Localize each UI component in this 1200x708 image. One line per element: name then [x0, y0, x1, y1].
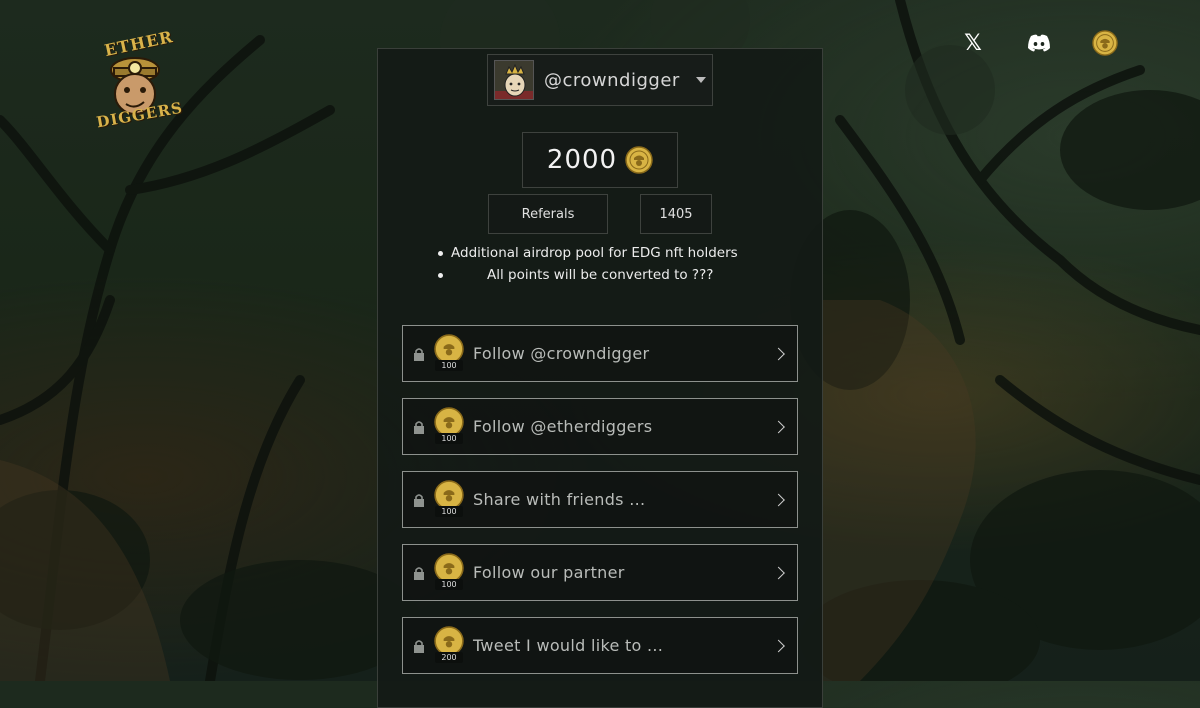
lock-icon: [414, 566, 424, 580]
discord-link[interactable]: [1026, 30, 1052, 56]
list-item: All points will be converted to ???: [438, 267, 778, 283]
ether-diggers-logo[interactable]: ETHER DIGGERS: [92, 27, 184, 134]
points-badge: 100: [433, 406, 465, 447]
task-label: Follow @etherdiggers: [473, 417, 653, 436]
username: @crowndigger: [544, 69, 680, 91]
coin-icon: [1092, 30, 1118, 56]
referrals-count: 1405: [640, 194, 712, 234]
task-points: 100: [435, 432, 463, 444]
points-badge: 100: [433, 552, 465, 593]
lock-icon: [414, 420, 424, 434]
referrals-button[interactable]: Referals: [488, 194, 608, 234]
wallet-coin-link[interactable]: [1092, 30, 1118, 56]
task-share-with-friends[interactable]: 100 Share with friends ...: [402, 471, 798, 528]
avatar: [494, 60, 534, 100]
task-points: 100: [435, 505, 463, 517]
chevron-right-icon: [772, 566, 785, 579]
chevron-right-icon: [772, 347, 785, 360]
task-points: 100: [435, 359, 463, 371]
chevron-right-icon: [772, 420, 785, 433]
list-item: Additional airdrop pool for EDG nft hold…: [438, 245, 778, 261]
x-link[interactable]: 𝕏: [960, 30, 986, 56]
task-label: Follow our partner: [473, 563, 625, 582]
chevron-right-icon: [772, 493, 785, 506]
note-text: All points will be converted to ???: [487, 267, 714, 283]
social-nav: 𝕏: [960, 30, 1118, 56]
task-follow-partner[interactable]: 100 Follow our partner: [402, 544, 798, 601]
bullet-icon: [438, 272, 443, 278]
crown-digger-avatar-icon: [495, 61, 533, 99]
task-label: Follow @crowndigger: [473, 344, 650, 363]
points-total: 2000: [546, 145, 618, 175]
chevron-down-icon: [695, 77, 706, 83]
account-selector[interactable]: @crowndigger: [487, 54, 713, 106]
lock-icon: [414, 347, 424, 361]
airdrop-panel: @crowndigger 2000 Referals 1405 Addition…: [377, 48, 823, 708]
task-label: Share with friends ...: [473, 490, 646, 509]
chevron-right-icon: [772, 639, 785, 652]
note-text: Additional airdrop pool for EDG nft hold…: [451, 245, 738, 261]
lock-icon: [414, 639, 424, 653]
points-badge: 100: [433, 479, 465, 520]
task-points: 200: [435, 651, 463, 663]
points-badge: 100: [433, 333, 465, 374]
task-points: 100: [435, 578, 463, 590]
task-label: Tweet I would like to ...: [473, 636, 664, 655]
bullet-icon: [438, 250, 443, 256]
coin-icon: [625, 146, 653, 174]
lock-icon: [414, 493, 424, 507]
task-list: 100 Follow @crowndigger 100 Follow @ethe…: [402, 325, 798, 690]
info-notes: Additional airdrop pool for EDG nft hold…: [438, 245, 778, 289]
task-follow-etherdiggers[interactable]: 100 Follow @etherdiggers: [402, 398, 798, 455]
task-tweet[interactable]: 200 Tweet I would like to ...: [402, 617, 798, 674]
x-icon: 𝕏: [964, 30, 982, 56]
task-follow-crowndigger[interactable]: 100 Follow @crowndigger: [402, 325, 798, 382]
discord-icon: [1028, 34, 1050, 52]
points-badge: 200: [433, 625, 465, 666]
points-balance: 2000: [522, 132, 678, 188]
